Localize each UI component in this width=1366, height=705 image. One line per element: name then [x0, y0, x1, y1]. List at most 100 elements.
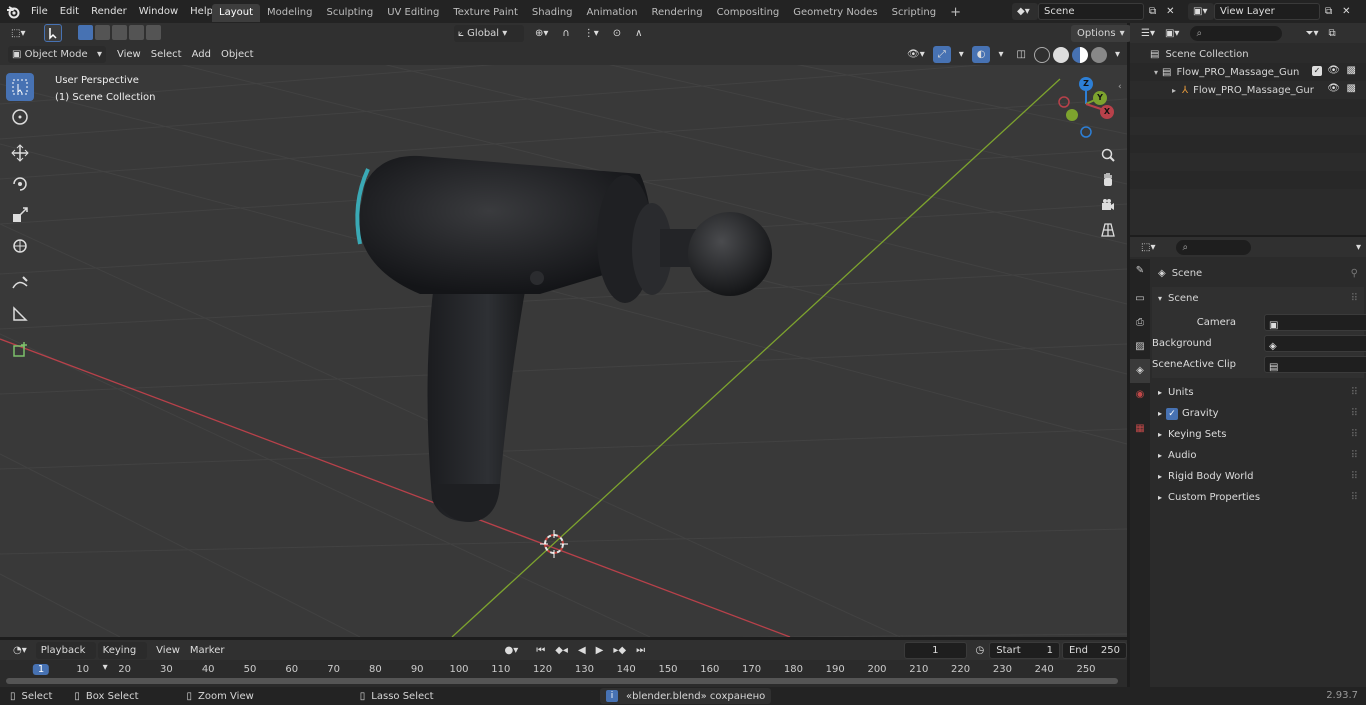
select-box-tool-icon[interactable] — [6, 73, 34, 101]
units-section[interactable]: ▸ Units ⠿ — [1152, 382, 1364, 403]
drag-handle-icon[interactable]: ⠿ — [1351, 293, 1358, 304]
tab-shading[interactable]: Shading — [525, 4, 580, 22]
rotate-tool-icon[interactable] — [6, 170, 34, 198]
menu-edit[interactable]: Edit — [54, 0, 85, 23]
scene-tab-icon[interactable]: ◈ — [1130, 359, 1150, 383]
active-clip-field[interactable]: ▤ — [1264, 356, 1366, 373]
rendered-shading-icon[interactable] — [1090, 46, 1107, 63]
drag-handle-icon[interactable]: ⠿ — [1351, 382, 1358, 403]
timeline-menu-view[interactable]: View — [151, 642, 185, 659]
delete-scene-icon[interactable]: ✕ — [1161, 3, 1179, 20]
transform-tool-icon[interactable] — [6, 232, 34, 260]
select-invert-icon[interactable] — [129, 25, 144, 40]
pin-icon[interactable]: ⚲ — [1351, 268, 1358, 279]
navigation-gizmo[interactable]: Z Y X — [1052, 72, 1122, 142]
cursor-tool-icon[interactable] — [6, 103, 34, 131]
outliner-row[interactable]: ▤ Scene Collection — [1130, 45, 1366, 63]
timeline-menu-marker[interactable]: Marker — [185, 642, 230, 659]
scene-name-field[interactable]: Scene — [1038, 3, 1144, 20]
new-view-layer-icon[interactable]: ⧉ — [1320, 3, 1337, 20]
overlay-dropdown-icon[interactable]: ▾ — [993, 46, 1008, 63]
xray-icon[interactable]: ◫ — [1012, 46, 1031, 63]
tool-tab-icon[interactable]: ✎ — [1130, 259, 1150, 283]
drag-handle-icon[interactable]: ⠿ — [1351, 487, 1358, 508]
gizmo-dropdown-icon[interactable]: ▾ — [954, 46, 969, 63]
render-tab-icon[interactable]: ▭ — [1130, 287, 1150, 311]
material-shading-icon[interactable] — [1071, 46, 1088, 63]
new-scene-icon[interactable]: ⧉ — [1144, 3, 1161, 20]
output-tab-icon[interactable]: ⎙ — [1130, 311, 1150, 335]
select-new-icon[interactable] — [78, 25, 93, 40]
jump-start-icon[interactable]: ⏮ — [531, 642, 550, 659]
zoom-icon[interactable] — [1097, 142, 1119, 167]
tab-compositing[interactable]: Compositing — [710, 4, 787, 22]
viewport-menu-add[interactable]: Add — [187, 46, 216, 63]
timeline-editor-type-icon[interactable]: ◔▾ — [8, 642, 32, 659]
menu-render[interactable]: Render — [85, 0, 133, 23]
editor-type-button[interactable]: ⬚▾ — [6, 25, 30, 42]
perspective-toggle-icon[interactable] — [1097, 217, 1119, 242]
camera-field[interactable]: ▣✎ — [1264, 314, 1366, 331]
timeline-menu-playback[interactable]: Playback ▾ — [35, 641, 96, 673]
viewport-menu-select[interactable]: Select — [146, 46, 187, 63]
jump-end-icon[interactable]: ⏭ — [631, 642, 650, 659]
tab-geometry-nodes[interactable]: Geometry Nodes — [786, 4, 884, 22]
tab-sculpting[interactable]: Sculpting — [320, 4, 381, 22]
display-mode-icon[interactable]: ▣▾ — [1160, 25, 1184, 42]
drag-handle-icon[interactable]: ⠿ — [1351, 424, 1358, 445]
solid-shading-icon[interactable] — [1052, 46, 1069, 63]
gizmo-y-axis[interactable]: Y — [1093, 91, 1107, 105]
view-layer-tab-icon[interactable]: ▨ — [1130, 335, 1150, 359]
outliner-row[interactable]: ▸ ⅄ Flow_PRO_Massage_Gur 👁 ▩ — [1130, 81, 1366, 99]
filter-icon[interactable]: ⏷▾ — [1300, 25, 1323, 42]
shading-dropdown-icon[interactable]: ▾ — [1110, 46, 1125, 63]
rigid-body-world-section[interactable]: ▸ Rigid Body World ⠿ — [1152, 466, 1364, 487]
drag-handle-icon[interactable]: ⠿ — [1351, 466, 1358, 487]
jump-keyframe-back-icon[interactable]: ◆◂ — [550, 642, 573, 659]
select-extend-icon[interactable] — [95, 25, 110, 40]
add-cube-tool-icon[interactable] — [6, 336, 34, 364]
render-camera-icon[interactable]: ▩ — [1347, 65, 1356, 76]
snap-icon[interactable]: ∩ — [557, 25, 574, 42]
view-layer-name-field[interactable]: View Layer — [1214, 3, 1320, 20]
menu-window[interactable]: Window — [133, 0, 184, 23]
audio-section[interactable]: ▸ Audio ⠿ — [1152, 445, 1364, 466]
timeline-menu-keying[interactable]: Keying ▾ — [97, 641, 148, 673]
wireframe-shading-icon[interactable] — [1033, 46, 1050, 63]
jump-keyframe-forward-icon[interactable]: ▸◆ — [608, 642, 631, 659]
gizmo-x-axis[interactable]: X — [1100, 105, 1114, 119]
outliner-editor-type-icon[interactable]: ☰▾ — [1136, 25, 1160, 42]
expand-arrow-icon[interactable]: ▸ — [1172, 86, 1176, 95]
drag-handle-icon[interactable]: ⠿ — [1351, 403, 1358, 424]
transform-orientation-dropdown[interactable]: ⟀ Global ▾ — [454, 25, 524, 42]
3d-viewport[interactable]: User Perspective (1) Scene Collection Z … — [0, 44, 1127, 637]
proportional-edit-icon[interactable]: ⊙ — [608, 25, 626, 42]
move-tool-icon[interactable] — [6, 139, 34, 167]
menu-file[interactable]: File — [25, 0, 54, 23]
current-frame-field[interactable]: 1 — [904, 641, 967, 659]
scale-tool-icon[interactable] — [6, 201, 34, 229]
expand-arrow-icon[interactable]: ▾ — [1154, 68, 1158, 77]
custom-properties-section[interactable]: ▸ Custom Properties ⠿ — [1152, 487, 1364, 508]
viewport-menu-object[interactable]: Object — [216, 46, 259, 63]
tab-texture-paint[interactable]: Texture Paint — [446, 4, 525, 22]
select-intersect-icon[interactable] — [146, 25, 161, 40]
sidebar-toggle-icon[interactable]: ‹ — [1118, 82, 1122, 92]
view-layer-browse-icon[interactable]: ▣▾ — [1188, 3, 1214, 20]
preview-range-icon[interactable]: ◷ — [971, 642, 990, 659]
object-mode-dropdown[interactable]: ▣ Object Mode ▾ — [8, 46, 106, 63]
select-subtract-icon[interactable] — [112, 25, 127, 40]
snap-target-icon[interactable]: ⋮▾ — [579, 25, 604, 42]
gravity-section[interactable]: ▸ ✓ Gravity ⠿ — [1152, 403, 1364, 424]
start-frame-field[interactable]: Start 1 — [989, 641, 1060, 659]
visibility-icon[interactable]: 👁▾ — [902, 46, 930, 63]
scene-browse-icon[interactable]: ◆▾ — [1012, 3, 1038, 20]
tab-modeling[interactable]: Modeling — [260, 4, 320, 22]
end-frame-field[interactable]: End 250 — [1061, 641, 1128, 659]
timeline-scrollbar[interactable] — [6, 678, 1118, 684]
properties-options-icon[interactable]: ▾ — [1351, 239, 1366, 256]
tab-uv-editing[interactable]: UV Editing — [380, 4, 446, 22]
background-scene-field[interactable]: ◈ — [1264, 335, 1366, 352]
new-collection-icon[interactable]: ⧉ — [1323, 25, 1340, 42]
drag-handle-icon[interactable]: ⠿ — [1351, 445, 1358, 466]
